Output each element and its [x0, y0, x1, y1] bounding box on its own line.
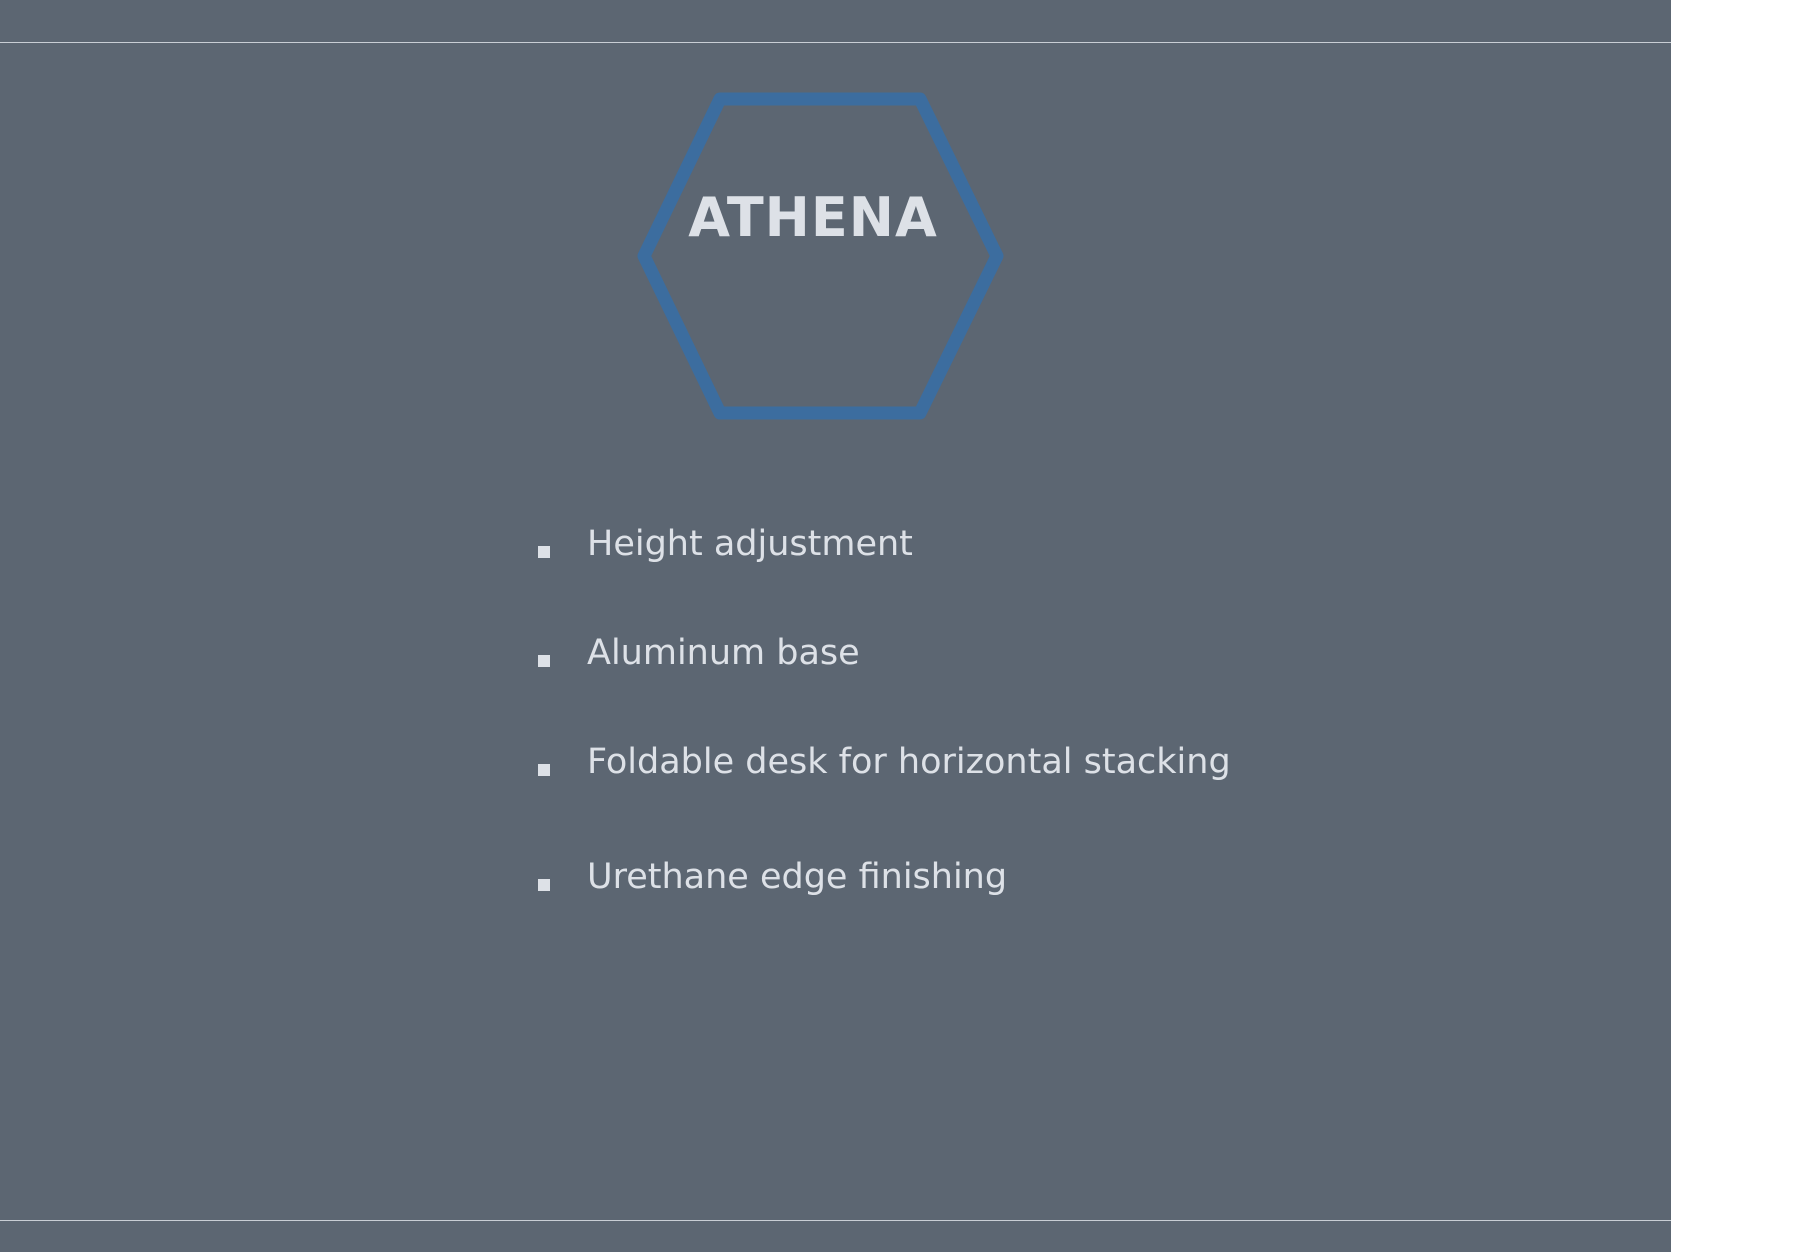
list-item-text: Foldable desk for horizontal stacking: [587, 742, 1231, 782]
list-item: Foldable desk for horizontal stacking: [538, 738, 1231, 847]
list-item: Aluminum base: [538, 629, 1231, 738]
top-divider: [0, 42, 1671, 43]
list-item-text: Height adjustment: [587, 524, 913, 564]
square-bullet-icon: [538, 546, 550, 558]
square-bullet-icon: [538, 764, 550, 776]
square-bullet-icon: [538, 879, 550, 891]
square-bullet-icon: [538, 655, 550, 667]
list-item-text: Aluminum base: [587, 633, 860, 673]
list-item: Height adjustment: [538, 520, 1231, 629]
slide-title: ATHENA: [688, 186, 938, 249]
list-item-text: Urethane edge finishing: [587, 857, 1008, 897]
feature-list: Height adjustment Aluminum base Foldable…: [538, 520, 1231, 962]
title-hexagon: ATHENA: [636, 90, 1006, 420]
bottom-divider: [0, 1220, 1671, 1221]
list-item: Urethane edge finishing: [538, 853, 1231, 962]
slide: ATHENA Height adjustment Aluminum base F…: [0, 0, 1671, 1252]
